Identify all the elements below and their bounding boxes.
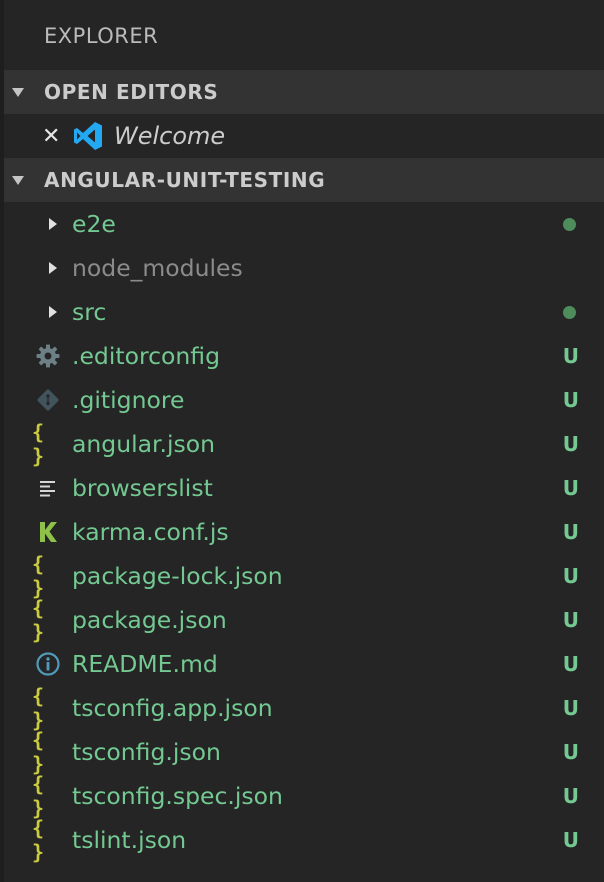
untracked-badge: U [562, 344, 579, 368]
chevron-right-icon[interactable] [32, 290, 64, 334]
tree-item-label: tsconfig.json [72, 738, 221, 766]
tree-file-gitignore[interactable]: .gitignore U [4, 378, 604, 422]
json-braces-icon: { } [32, 420, 46, 468]
untracked-badge: U [562, 564, 579, 588]
open-editors-header[interactable]: OPEN EDITORS [4, 70, 604, 114]
karma-icon [32, 510, 64, 554]
gear-icon [32, 334, 64, 378]
tree-folder-node-modules[interactable]: node_modules [4, 246, 604, 290]
open-editor-label: Welcome [114, 122, 226, 150]
tree-item-label: package-lock.json [72, 562, 283, 590]
tree-item-label: src [72, 298, 107, 326]
tree-item-label: node_modules [72, 254, 243, 282]
tree-file-readme[interactable]: README.md U [4, 642, 604, 686]
untracked-badge: U [562, 828, 579, 852]
untracked-badge: U [562, 740, 579, 764]
untracked-badge: U [562, 652, 579, 676]
untracked-badge: U [562, 784, 579, 808]
tree-item-label: package.json [72, 606, 227, 634]
tree-item-label: README.md [72, 650, 218, 678]
json-braces-icon: { } [32, 728, 46, 776]
tree-file-tsconfig-app-json[interactable]: { } tsconfig.app.json U [4, 684, 604, 732]
open-editor-item-welcome[interactable]: ✕ Welcome [4, 114, 604, 158]
tree-file-editorconfig[interactable]: .editorconfig U [4, 334, 604, 378]
untracked-badge: U [562, 608, 579, 632]
tree-file-tslint-json[interactable]: { } tslint.json U [4, 816, 604, 864]
project-header[interactable]: ANGULAR-UNIT-TESTING [4, 158, 604, 202]
tree-item-label: .editorconfig [72, 342, 221, 370]
vscode-logo-icon [72, 120, 112, 152]
explorer-title: EXPLORER [44, 24, 159, 48]
untracked-badge: U [562, 388, 579, 412]
tree-item-label: e2e [72, 210, 116, 238]
project-label: ANGULAR-UNIT-TESTING [44, 168, 326, 192]
chevron-down-icon [4, 175, 44, 185]
modified-dot-badge [563, 217, 576, 231]
tree-item-label: browserslist [72, 474, 213, 502]
untracked-badge: U [562, 520, 579, 544]
tree-item-label: karma.conf.js [72, 518, 229, 546]
tree-folder-e2e[interactable]: e2e [4, 202, 604, 246]
json-braces-icon: { } [32, 684, 46, 732]
modified-dot-badge [563, 305, 576, 319]
git-icon [32, 378, 64, 422]
tree-file-angular-json[interactable]: { } angular.json U [4, 420, 604, 468]
tree-file-tsconfig-spec-json[interactable]: { } tsconfig.spec.json U [4, 772, 604, 820]
info-icon [32, 642, 64, 686]
tree-file-package-lock-json[interactable]: { } package-lock.json U [4, 552, 604, 600]
explorer-panel: EXPLORER OPEN EDITORS ✕ Welcome ANGULAR-… [0, 0, 604, 882]
chevron-right-icon[interactable] [32, 202, 64, 246]
json-braces-icon: { } [32, 772, 46, 820]
json-braces-icon: { } [32, 816, 46, 864]
json-braces-icon: { } [32, 596, 46, 644]
tree-file-package-json[interactable]: { } package.json U [4, 596, 604, 644]
tree-item-label: tslint.json [72, 826, 187, 854]
chevron-right-icon[interactable] [32, 246, 64, 290]
tree-folder-src[interactable]: src [4, 290, 604, 334]
untracked-badge: U [562, 432, 579, 456]
tree-item-label: .gitignore [72, 386, 185, 414]
tree-file-tsconfig-json[interactable]: { } tsconfig.json U [4, 728, 604, 776]
json-braces-icon: { } [32, 552, 46, 600]
close-icon[interactable]: ✕ [42, 124, 72, 149]
open-editors-label: OPEN EDITORS [44, 80, 219, 104]
tree-item-label: tsconfig.app.json [72, 694, 273, 722]
chevron-down-icon [4, 87, 44, 97]
tree-item-label: angular.json [72, 430, 216, 458]
tree-file-browserslist[interactable]: browserslist U [4, 466, 604, 510]
untracked-badge: U [562, 476, 579, 500]
file-tree: e2e node_modules src .editorconfig U .gi… [4, 202, 604, 864]
untracked-badge: U [562, 696, 579, 720]
text-lines-icon [32, 466, 64, 510]
tree-item-label: tsconfig.spec.json [72, 782, 283, 810]
tree-file-karma-conf[interactable]: karma.conf.js U [4, 510, 604, 554]
